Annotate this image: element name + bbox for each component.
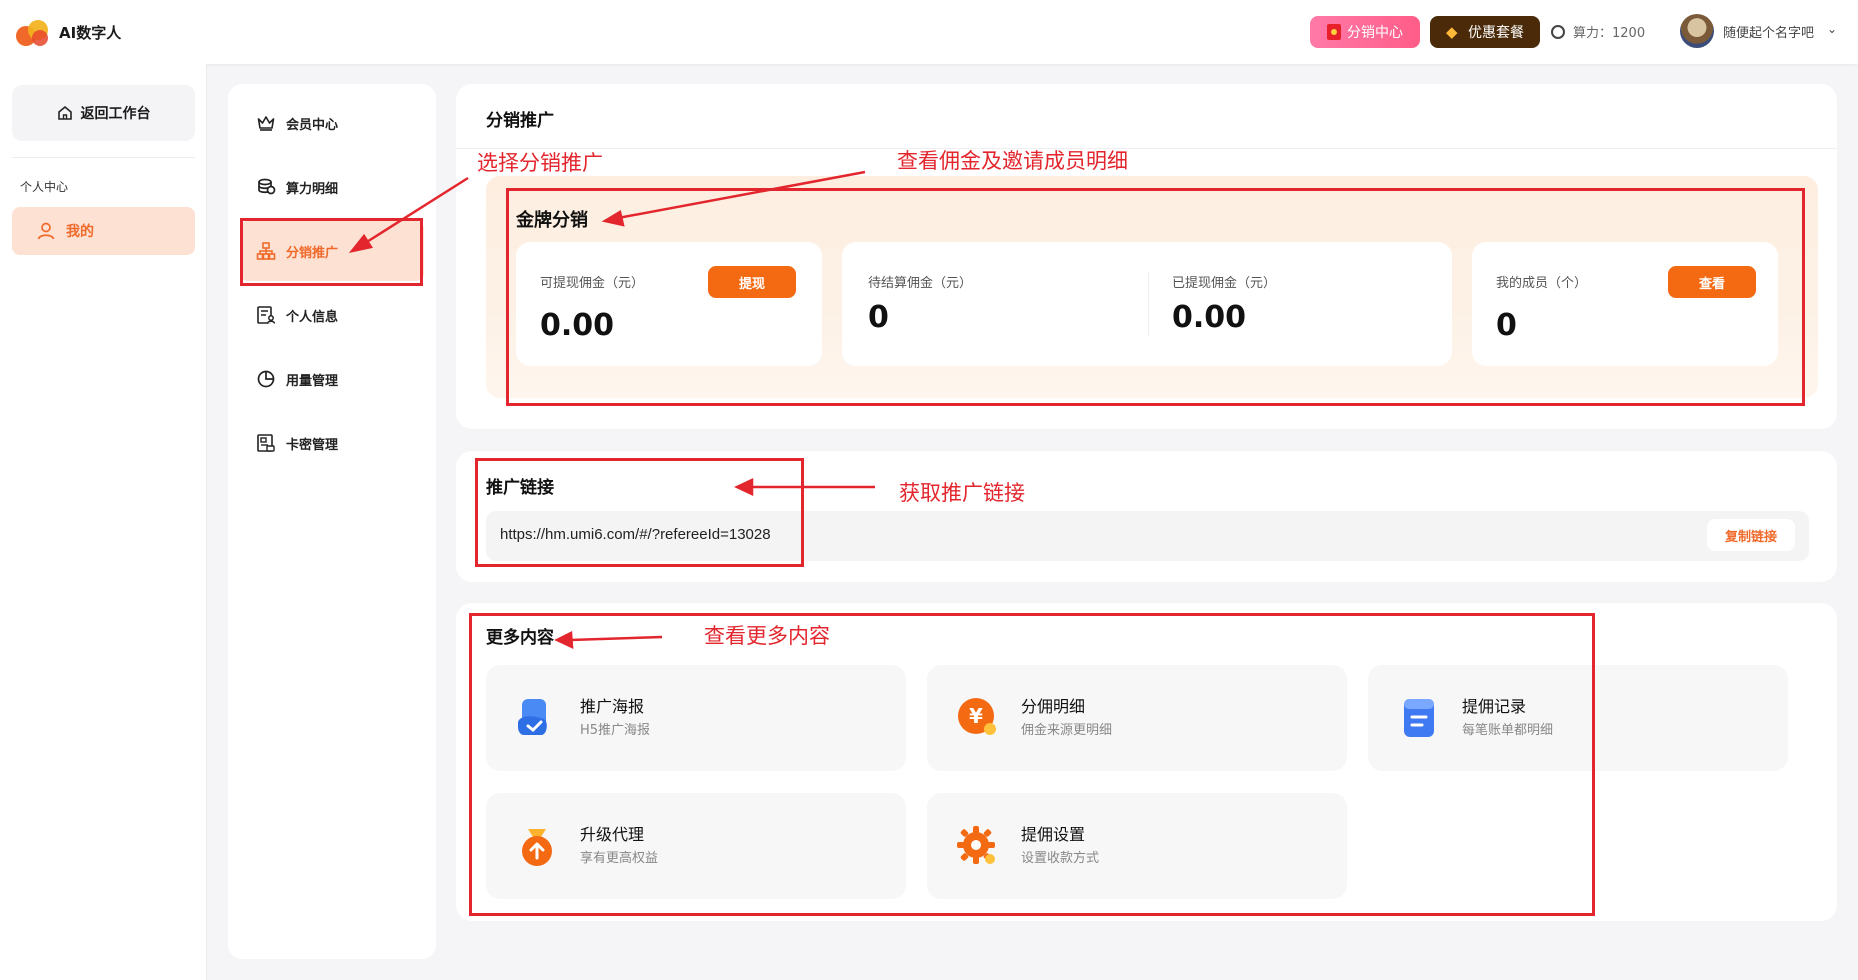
annotation-box-more [469,613,1595,916]
menu-item-personal-info[interactable]: 个人信息 [240,285,424,345]
card-key-icon [257,434,275,452]
menu-item-label: 会员中心 [286,117,339,133]
personal-center-menu: 会员中心 算力明细 分销推广 个人信息 用量管理 卡密管理 [228,84,436,959]
profile-doc-icon [257,306,276,324]
annotation-view-more: 查看更多内容 [704,624,830,648]
pie-chart-icon [257,370,275,388]
crown-icon [257,116,275,131]
menu-item-label: 用量管理 [286,373,339,389]
section-label: 个人中心 [20,180,69,194]
sidebar-item-mine-label: 我的 [66,224,94,240]
annotation-box-link [475,458,804,567]
annotation-box-gold [506,188,1805,406]
red-packet-icon [1327,24,1341,40]
user-icon [37,222,55,240]
distribution-center-label: 分销中心 [1347,25,1403,41]
coin-stack-icon [1551,24,1565,39]
divider [12,157,195,158]
coins-icon [258,178,276,195]
menu-item-card-key-management[interactable]: 卡密管理 [240,413,424,473]
page-title: 分销推广 [486,111,554,131]
annotation-view-commission: 查看佣金及邀请成员明细 [897,149,1128,173]
back-to-workspace-label: 返回工作台 [80,106,151,122]
annotation-box-menu [240,218,423,286]
vip-package-label: 优惠套餐 [1468,25,1524,41]
app-logo[interactable] [16,20,50,46]
distribution-center-button[interactable]: 分销中心 [1310,16,1420,48]
sidebar-item-mine[interactable]: 我的 [12,207,195,255]
divider [456,148,1837,149]
chevron-down-icon[interactable]: ⌄ [1827,22,1837,36]
avatar[interactable] [1680,14,1714,48]
menu-item-label: 个人信息 [286,309,339,325]
annotation-get-link: 获取推广链接 [899,481,1025,505]
diamond-icon: ◆ [1446,23,1458,41]
back-to-workspace-button[interactable]: 返回工作台 [12,85,195,141]
menu-item-compute-detail[interactable]: 算力明细 [240,157,424,217]
home-icon [57,105,72,120]
menu-item-label: 算力明细 [286,181,339,197]
annotation-select-promo: 选择分销推广 [477,151,603,175]
copy-link-button[interactable]: 复制链接 [1707,519,1795,551]
compute-power-label: 算力：1200 [1573,26,1646,41]
menu-item-usage-management[interactable]: 用量管理 [240,349,424,409]
app-title: AI数字人 [59,24,122,42]
username[interactable]: 随便起个名字吧 [1723,22,1814,41]
vip-package-button[interactable]: ◆ 优惠套餐 [1430,16,1540,48]
menu-item-label: 卡密管理 [286,437,339,453]
menu-item-membership[interactable]: 会员中心 [240,93,424,153]
top-header: AI数字人 分销中心 ◆ 优惠套餐 算力：1200 随便起个名字吧 ⌄ [0,0,1858,64]
compute-power: 算力：1200 [1551,22,1645,41]
left-sidebar: 返回工作台 个人中心 我的 [0,64,207,980]
